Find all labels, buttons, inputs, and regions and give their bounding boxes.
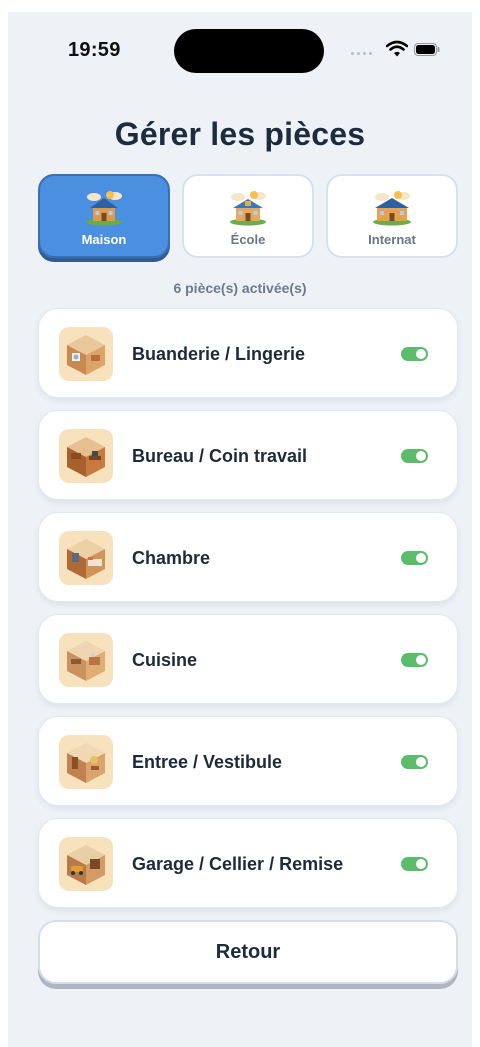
activated-count: 6 pièce(s) activée(s) (173, 280, 307, 296)
room-name: Entree / Vestibule (132, 752, 283, 772)
toggle-knob (416, 859, 426, 869)
tab-label: Internat (368, 232, 416, 247)
tab-internat[interactable]: Internat (326, 174, 458, 258)
entrance-icon (59, 735, 113, 789)
status-time: 19:59 (68, 39, 121, 61)
back-button[interactable]: Retour (38, 920, 458, 984)
toggle-knob (416, 349, 426, 359)
room-row[interactable]: Buanderie / Lingerie (38, 308, 458, 398)
page-title: Gérer les pièces (114, 116, 366, 152)
room-toggle[interactable] (401, 755, 428, 769)
room-row[interactable]: Bureau / Coin travail (38, 410, 458, 500)
room-row[interactable]: Entree / Vestibule (38, 716, 458, 806)
bedroom-icon (59, 531, 113, 585)
toggle-knob (416, 553, 426, 563)
room-toggle[interactable] (401, 551, 428, 565)
tab-ecole[interactable]: École (182, 174, 314, 258)
room-row[interactable]: Garage / Cellier / Remise (38, 818, 458, 908)
room-row[interactable]: Cuisine (38, 614, 458, 704)
battery-icon (414, 43, 440, 56)
house-icon (86, 191, 122, 226)
office-room-icon (59, 429, 113, 483)
room-name: Cuisine (132, 650, 198, 670)
tab-label: École (230, 232, 266, 247)
room-name: Garage / Cellier / Remise (132, 854, 344, 874)
app-screen: 19:59 Gérer les pièces Maison École Inte… (8, 12, 472, 1047)
room-toggle[interactable] (401, 653, 428, 667)
school-icon (230, 191, 266, 226)
toggle-knob (416, 655, 426, 665)
garage-icon (59, 837, 113, 891)
room-name: Buanderie / Lingerie (132, 344, 306, 364)
wifi-icon (386, 40, 408, 57)
room-toggle[interactable] (401, 449, 428, 463)
toggle-knob (416, 451, 426, 461)
tab-label: Maison (81, 232, 127, 247)
toggle-knob (416, 757, 426, 767)
room-toggle[interactable] (401, 857, 428, 871)
room-toggle[interactable] (401, 347, 428, 361)
room-name: Chambre (132, 548, 211, 568)
laundry-room-icon (59, 327, 113, 381)
signal-dots-icon (351, 52, 372, 55)
tab-maison[interactable]: Maison (38, 174, 170, 258)
category-tabs: Maison École Internat (38, 174, 458, 260)
room-name: Bureau / Coin travail (132, 446, 308, 466)
dynamic-island (174, 29, 324, 73)
kitchen-icon (59, 633, 113, 687)
status-bar: 19:59 (8, 12, 472, 84)
room-row[interactable]: Chambre (38, 512, 458, 602)
boarding-house-icon (373, 191, 411, 226)
